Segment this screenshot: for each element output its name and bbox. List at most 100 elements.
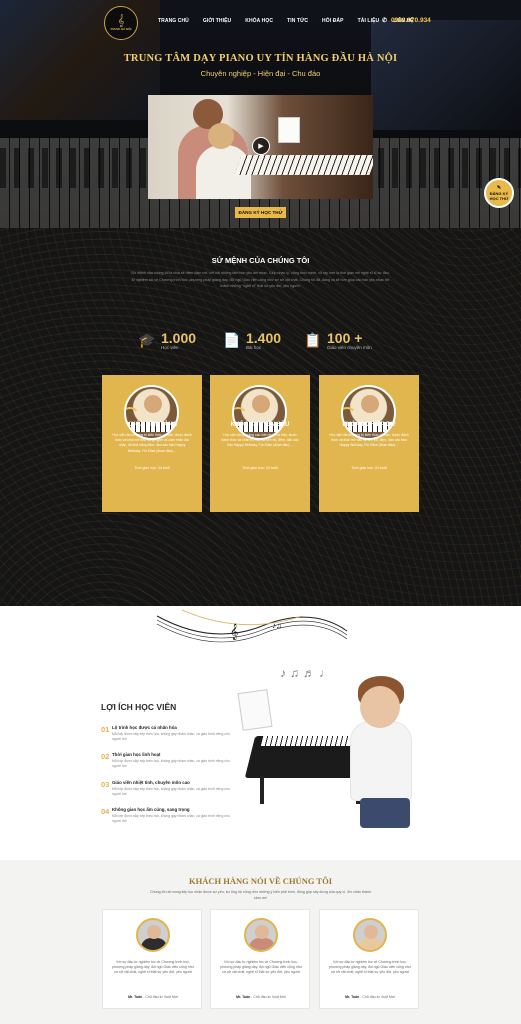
benefits-title: LỢI ÍCH HỌC VIÊN [101,702,177,712]
testimonial-card: Với sự đầu tư nghiêm túc về Chương trình… [319,909,419,1009]
course-duration: Thời gian học: 24 buổi [351,466,387,470]
logo-mark: 𝄞 [117,14,125,27]
testimonial-author: Mr. Tuấn - Chủ đầu tư Vuột Mơi [103,995,203,999]
benefit-title: Giáo viên nhiệt tình, chuyên môn cao [112,780,190,785]
author-name: Mr. Tuấn [236,995,251,999]
benefit-number: 03 [101,780,110,789]
photo-student [144,395,162,413]
author-name: Mr. Tuấn [128,995,143,999]
avatar [136,918,170,952]
nav-item-faq[interactable]: HỎI ĐÁP [322,18,344,24]
benefit-number: 01 [101,725,110,734]
avatar-head [147,925,161,939]
course-card-advanced[interactable]: KHÓA CHUYÊN SÂU Học viên được nâng cao k… [210,375,310,512]
girl-torso [350,721,412,801]
stat-students: 🎓 1.000 Học viên [137,330,196,350]
girl-playing-piano-image: ♪♫♬♩ [237,666,430,836]
course-duration: Thời gian học: 24 buổi [134,466,170,470]
course-card-foundation[interactable]: KHÓA NỀN TẢNG Học viên được trang bị kiế… [102,375,202,512]
sheet-music-stand [237,689,273,731]
avatar-head [255,925,269,939]
stat-value: 1.400 [246,329,282,346]
intro-video[interactable]: ▶ [148,95,373,199]
site-logo[interactable]: 𝄞 PIANO HÀ NỘI [104,6,138,40]
girl-head [360,686,400,728]
benefit-number: 04 [101,807,110,816]
graduation-cap-icon: 🎓 [138,331,156,348]
testimonial-card: Với sự đầu tư nghiêm túc về Chương trình… [102,909,202,1009]
avatar [353,918,387,952]
author-role: - Chủ đầu tư Vuột Mơi [250,995,286,999]
document-icon: 📄 [223,331,241,348]
stat-label: Giáo viên chuyên môn [327,344,372,350]
benefit-description: Mỗi lớp được sắp xếp theo học, không gây… [112,759,230,768]
nav-item-news[interactable]: TIN TỨC [287,18,308,24]
testimonials-title: KHÁCH HÀNG NÓI VỀ CHÚNG TÔI [188,876,333,886]
testimonial-author: Mr. Tuấn - Chủ đầu tư Vuột Mơi [211,995,311,999]
girl-legs [360,798,410,828]
testimonials-intro: Chúng tôi rất mong tiếp tục nhận được sự… [150,890,371,900]
play-icon[interactable]: ▶ [252,137,270,155]
hotline-number: 0962.070.934 [391,17,431,24]
author-role: - Chủ đầu tư Vuột Mơi [359,995,395,999]
stat-value: 100 + [327,329,363,346]
music-notes-icon: ♪♫♬♩ [280,666,335,680]
course-photo [124,385,179,440]
avatar [244,918,278,952]
avatar-shoulders [358,938,384,950]
video-sheet-music [278,117,300,143]
hero-section: 𝄞 PIANO HÀ NỘI TRANG CHỦ GIỚI THIỆU KHÓA… [0,0,521,228]
register-trial-button[interactable]: ĐĂNG KÝ HỌC THỬ [235,207,286,218]
photo-student [361,395,379,413]
video-student-head [208,123,234,149]
author-role: - Chủ đầu tư Vuột Mơi [142,995,178,999]
course-title[interactable]: KHÓA NỀN TẢNG [102,422,202,428]
benefit-title: Thời gian học linh hoạt [112,752,161,757]
mission-description: Sứ mệnh của chúng tôi là chia sẻ niềm đa… [131,271,390,289]
testimonial-text: Với sự đầu tư nghiêm túc về Chương trình… [111,960,195,975]
logo-text: PIANO HÀ NỘI [110,26,132,31]
author-name: Mr. Tuấn [345,995,360,999]
floating-register-button[interactable]: ✎ ĐĂNG KÝ HỌC THỬ [484,178,514,208]
course-title[interactable]: KHÓA CHUYÊN SÂU [210,422,310,428]
avatar-head [364,925,378,939]
stat-lessons: 📄 1.400 Bài học [222,330,281,350]
course-photo [232,385,287,440]
checklist-icon: 📋 [304,331,322,348]
course-photo [341,385,396,440]
testimonial-text: Với sự đầu tư nghiêm túc về Chương trình… [328,960,412,975]
benefit-title: Lộ trình học được cá nhân hóa [112,725,177,730]
benefit-description: Mỗi lớp được sắp xếp theo học, không gây… [112,814,230,823]
hero-title: TRUNG TÂM DẠY PIANO UY TÍN HÀNG ĐẦU HÀ N… [123,53,398,64]
benefit-description: Mỗi lớp được sắp xếp theo học, không gây… [112,787,230,796]
testimonial-card: Với sự đầu tư nghiêm túc về Chương trình… [210,909,310,1009]
avatar-shoulders [141,938,167,950]
course-description: Học viên được nâng cao kiến thức cơ bản,… [221,433,299,448]
phone-icon: ✆ [382,18,388,24]
testimonial-text: Với sự đầu tư nghiêm túc về Chương trình… [219,960,303,975]
digital-piano-legs [260,776,360,804]
testimonials-section: KHÁCH HÀNG NÓI VỀ CHÚNG TÔI Chúng tôi rấ… [0,860,521,1024]
course-title[interactable]: KHÓA NGHIỆP DƯ [319,422,419,428]
benefit-number: 02 [101,752,110,761]
video-piano-keys [234,155,373,175]
stat-teachers: 📋 100 + Giáo viên chuyên môn [303,330,372,350]
photo-student [252,395,270,413]
music-staff-swirl-icon: 𝄞 ♪♫ [156,609,348,643]
nav-item-home[interactable]: TRANG CHỦ [158,18,189,24]
stat-value: 1.000 [161,329,197,346]
nav-item-documents[interactable]: TÀI LIỆU [358,18,380,24]
avatar-shoulders [249,938,275,950]
nav-item-courses[interactable]: KHÓA HỌC [245,18,273,24]
mission-title: SỨ MỆNH CỦA CHÚNG TÔI [211,256,310,265]
benefits-section: 𝄞 ♪♫ LỢI ÍCH HỌC VIÊN 01 Lộ trình học đư… [0,606,521,860]
hotline-link[interactable]: ✆ 0962.070.934 [382,17,431,24]
course-description: Học viên được trang bị kiến thức cơ bản,… [329,433,409,448]
testimonial-author: Mr. Tuấn - Chủ đầu tư Vuột Mơi [320,995,420,999]
course-description: Học viên được trang bị kiến thức cơ bản,… [112,433,192,453]
digital-piano-keys [260,736,354,746]
course-card-amateur[interactable]: KHÓA NGHIỆP DƯ Học viên được trang bị ki… [319,375,419,512]
hero-subtitle: Chuyên nghiệp - Hiện đại - Chu đáo [200,69,321,78]
floating-register-line2: HỌC THỬ [489,195,509,201]
nav-item-about[interactable]: GIỚI THIỆU [203,18,231,24]
